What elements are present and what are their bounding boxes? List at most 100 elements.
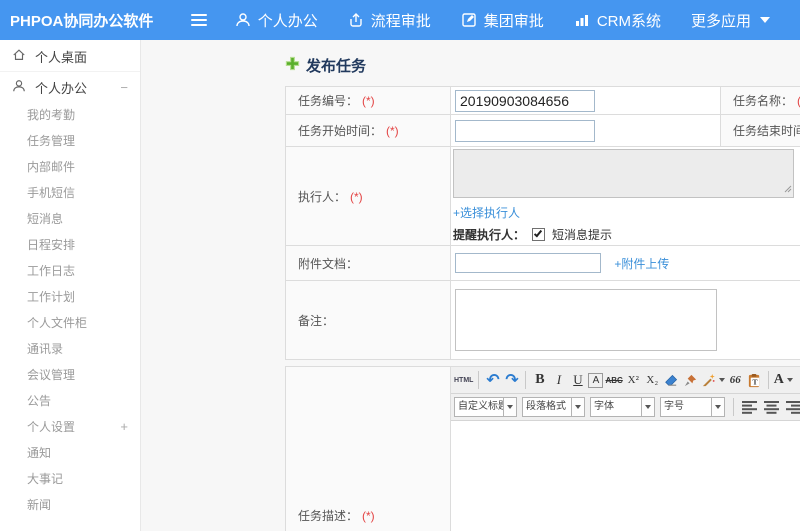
label-text: 任务描述： [298,508,359,523]
task-no-input[interactable] [455,89,595,112]
svg-text:T: T [752,377,757,386]
chevron-down-icon [786,378,793,382]
sidebar-item-mobile-sms[interactable]: 手机短信 [0,180,140,206]
sidebar-item-file-cabinet[interactable]: 个人文件柜 [0,310,140,336]
nav-item-label: CRM系统 [596,12,661,30]
toolbar-separator [767,371,769,389]
sidebar-item-attendance[interactable]: 我的考勤 [0,102,140,128]
sidebar-item-news[interactable]: 新闻 [0,492,140,518]
eraser-button[interactable] [663,370,680,390]
font-family-select[interactable]: 字体 [590,397,655,417]
label-text: 备注： [298,313,335,328]
field-label-end-time: 任务结束时间：(*) [720,114,800,147]
html-source-button[interactable]: HTML [454,370,473,390]
sidebar-item-label: 我的考勤 [27,108,76,122]
chevron-down-icon[interactable] [504,397,517,417]
sidebar-item-contacts[interactable]: 通讯录 [0,336,140,362]
editor-toolbar-row1: HTML ↶ ↷ B I U A ABC X² X₂ 66 T A [451,367,800,394]
sidebar-item-desktop[interactable]: 个人桌面 [0,42,140,72]
label-text: 执行人： [298,189,347,204]
toolbar-separator [525,371,527,389]
sidebar-item-announcement[interactable]: 公告 [0,388,140,414]
sms-remind-checkbox[interactable] [532,228,546,241]
sidebar-item-internal-mail[interactable]: 内部邮件 [0,154,140,180]
app-root: PHPOA协同办公软件 个人办公 流程审批 集团审批 CRM系统 更多应用 个人… [0,0,800,531]
select-value: 字体 [590,397,642,417]
align-center-button[interactable] [763,397,780,417]
sidebar-item-personal-office[interactable]: 个人办公 − [0,72,140,102]
required-mark: (*) [350,189,363,204]
chevron-down-icon[interactable] [642,397,655,417]
superscript-button[interactable]: X² [625,370,642,390]
upload-attachment-link[interactable]: +附件上传 [614,255,669,272]
sidebar-item-label: 大事记 [27,472,64,486]
required-mark: (*) [386,124,399,138]
select-executor-link[interactable]: +选择执行人 [453,204,520,221]
nav-item-personal-office[interactable]: 个人办公 [235,10,318,31]
table-row: 任务描述： (*) HTML ↶ ↷ B I U A ABC X² X₂ 66 … [285,366,800,531]
sidebar-item-work-log[interactable]: 工作日志 [0,258,140,284]
align-right-button[interactable] [785,397,800,417]
field-cell: +附件上传 [450,245,800,281]
heading-select[interactable]: 自定义标题 [454,397,517,417]
app-brand: PHPOA协同办公软件 [10,12,154,30]
autoformat-button[interactable] [701,370,725,390]
hamburger-menu-icon[interactable] [191,11,208,29]
user-icon [235,12,251,28]
nav-item-crm-system[interactable]: CRM系统 [574,10,661,31]
rich-text-editor: HTML ↶ ↷ B I U A ABC X² X₂ 66 T A 自定义标题 … [451,367,800,531]
sidebar-item-notice[interactable]: 通知 [0,440,140,466]
blockquote-button[interactable]: 66 [727,370,744,390]
chevron-down-icon[interactable] [572,397,585,417]
sidebar-item-short-message[interactable]: 短消息 [0,206,140,232]
bold-button[interactable]: B [531,370,548,390]
sidebar-item-memorabilia[interactable]: 大事记 [0,466,140,492]
strikethrough-button[interactable]: ABC [605,370,622,390]
sidebar-submenu: 我的考勤 任务管理 内部邮件 手机短信 短消息 日程安排 工作日志 工作计划 个… [0,102,140,518]
sidebar-item-label: 工作日志 [27,264,76,278]
sidebar-item-work-plan[interactable]: 工作计划 [0,284,140,310]
start-time-input[interactable] [455,119,595,142]
remind-label: 提醒执行人： [453,228,526,242]
paste-text-button[interactable]: T [746,370,763,390]
nav-item-group-approval[interactable]: 集团审批 [461,10,544,31]
bar-chart-icon [574,12,590,28]
remark-textarea[interactable] [455,289,717,351]
attachment-input[interactable] [455,253,601,273]
sidebar-item-label: 手机短信 [27,186,76,200]
nav-item-more-apps[interactable]: 更多应用 [691,10,770,31]
executor-box[interactable] [453,149,794,198]
underline-button[interactable]: U [569,370,586,390]
font-size-select[interactable]: 字号 [660,397,725,417]
required-mark: (*) [362,94,375,108]
sidebar-item-schedule[interactable]: 日程安排 [0,232,140,258]
undo-button[interactable]: ↶ [484,370,501,390]
nav-item-workflow-approval[interactable]: 流程审批 [348,10,431,31]
italic-button[interactable]: I [550,370,567,390]
sidebar-item-meeting-management[interactable]: 会议管理 [0,362,140,388]
expand-toggle[interactable]: + [120,414,128,440]
table-row: 执行人： (*) +选择执行人 提醒执行人： 短消息提示 [285,146,800,246]
sidebar-item-task-management[interactable]: 任务管理 [0,128,140,154]
table-row: 备注： [285,280,800,360]
nav-item-label: 个人办公 [257,12,318,30]
font-color-button[interactable]: A [774,370,793,390]
align-left-button[interactable] [741,397,758,417]
redo-button[interactable]: ↷ [503,370,520,390]
sidebar-item-label: 日程安排 [27,238,76,252]
chevron-down-icon[interactable] [712,397,725,417]
home-icon [12,48,26,65]
sidebar-item-personal-settings[interactable]: 个人设置 + [0,414,140,440]
remind-option-label: 短消息提示 [552,228,613,242]
sidebar-item-label: 新闻 [27,498,52,512]
subscript-button[interactable]: X₂ [644,370,661,390]
page-title-text: 发布任务 [306,57,367,75]
editor-content[interactable] [451,421,800,531]
collapse-toggle[interactable]: − [120,80,128,95]
format-brush-button[interactable] [682,370,699,390]
paragraph-format-select[interactable]: 段落格式 [522,397,585,417]
font-box-button[interactable]: A [588,372,604,388]
add-icon [285,56,300,75]
resize-grip-icon[interactable] [784,182,792,196]
task-form-table: 任务编号：(*) 任务名称：(*) 任务开始时间：(*) 任务结束时间 [285,86,800,360]
